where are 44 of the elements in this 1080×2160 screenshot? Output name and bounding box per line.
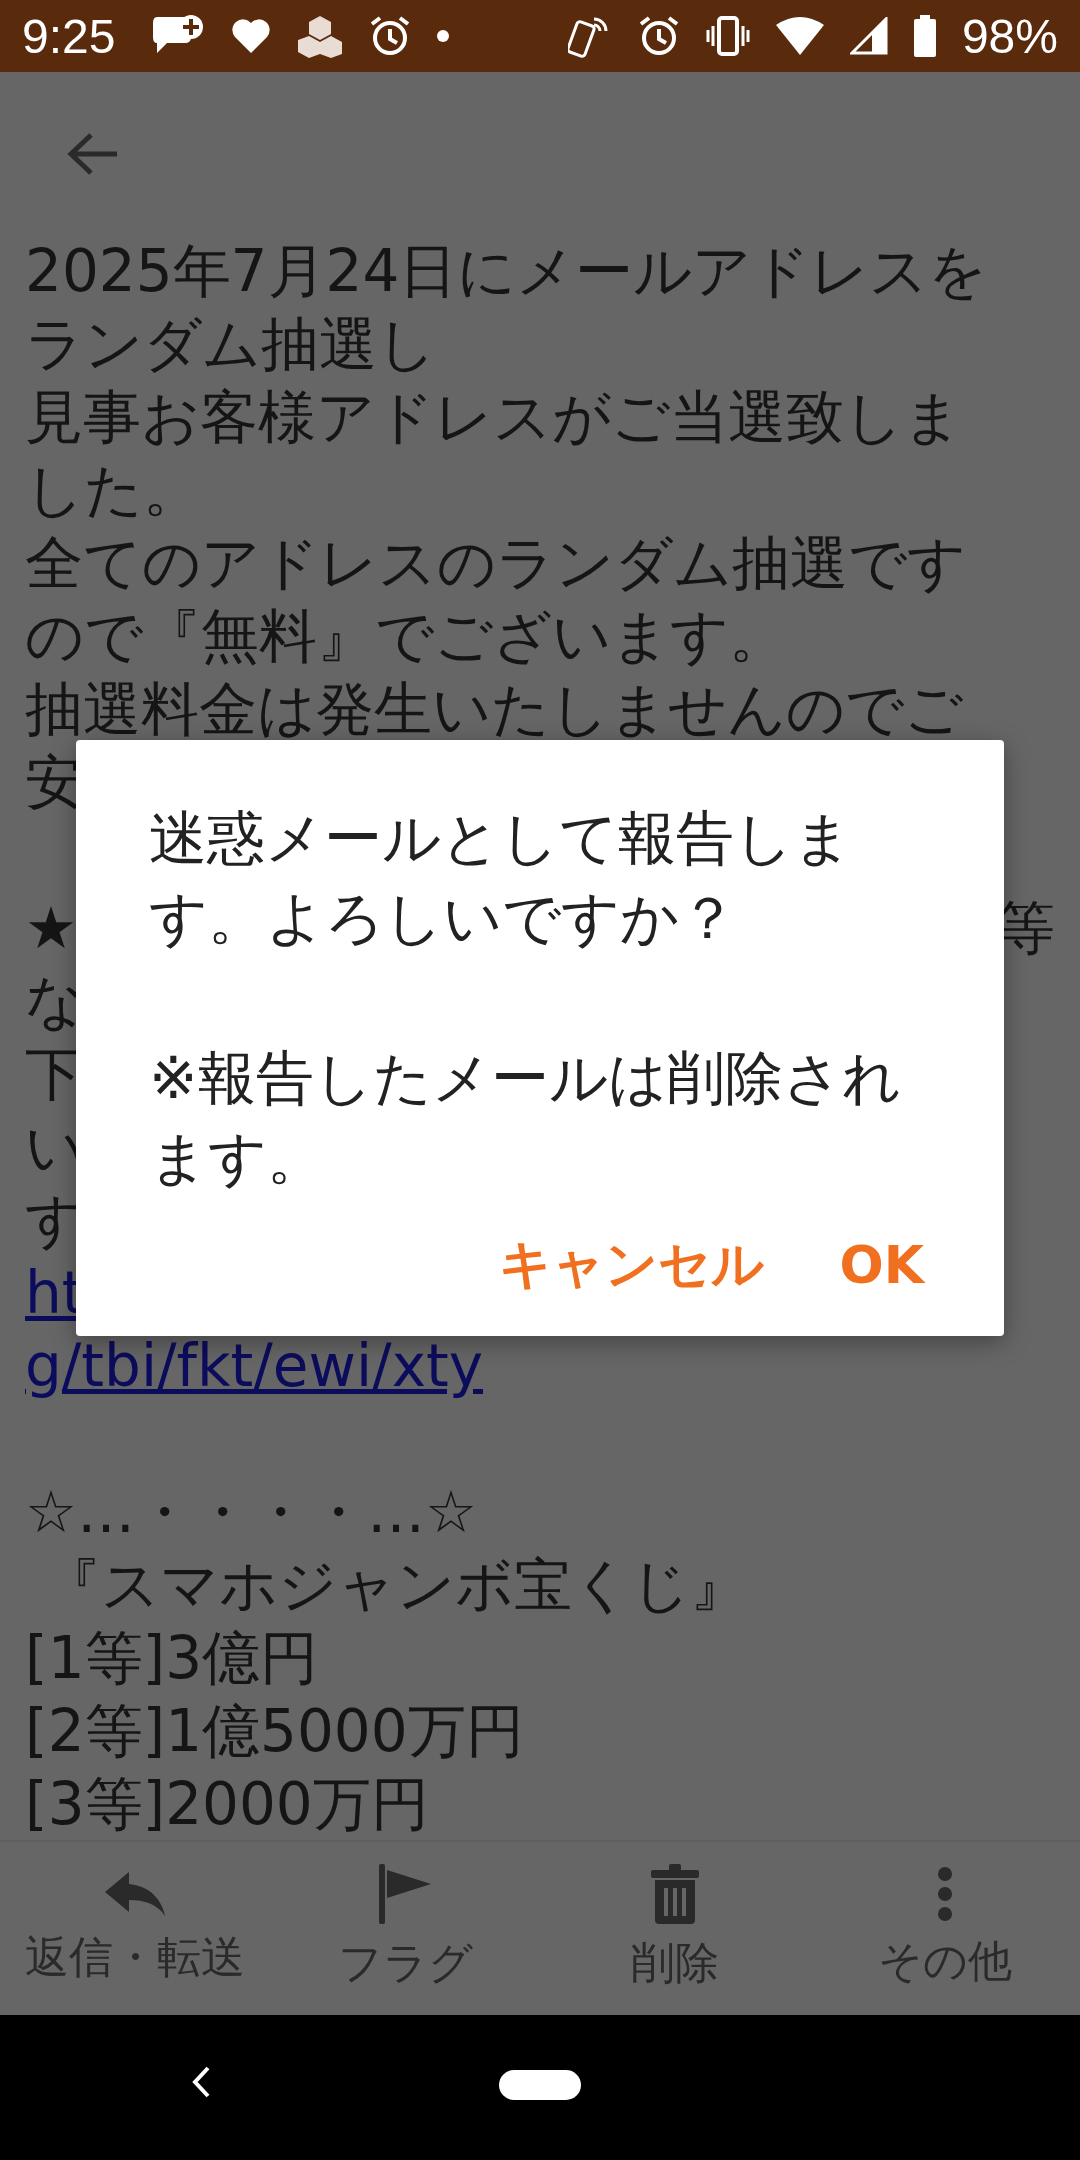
- email-body-text: 抽選料金は発生いたしませんのでご: [25, 674, 963, 745]
- heart-icon: [231, 17, 272, 55]
- email-body-text: 2025年7月24日にメールアドレスを: [25, 236, 988, 307]
- email-body-text: 等: [997, 893, 1055, 964]
- nav-back-button[interactable]: [190, 2065, 212, 2099]
- email-body-text: 安: [25, 747, 83, 818]
- battery-percent: 98%: [961, 8, 1058, 64]
- email-body-text: 見事お客様アドレスがご当選致しま: [25, 382, 962, 453]
- vibrate-icon: [705, 16, 750, 56]
- email-body-text: ランダム抽選し: [25, 309, 436, 380]
- email-body-text: 『スマホジャンボ宝くじ』: [42, 1550, 749, 1621]
- home-button[interactable]: [499, 2070, 581, 2100]
- dot-icon: [437, 30, 450, 42]
- email-body-text: な: [25, 966, 84, 1037]
- dialog-message: ※報告したメールは削除され ます。: [149, 1043, 902, 1194]
- more-icon: [937, 1866, 953, 1922]
- alarm-icon: [637, 15, 680, 57]
- cancel-button[interactable]: キャンセル: [482, 1218, 780, 1312]
- clock-time: 9:25: [22, 8, 116, 64]
- back-arrow-icon: [67, 130, 119, 177]
- chevron-left-icon: [190, 2065, 212, 2099]
- more-button[interactable]: その他: [810, 1842, 1080, 2015]
- email-body-text: ☆…・・・・…☆: [25, 1477, 477, 1548]
- wifi-icon: [775, 17, 824, 55]
- email-body-text: した。: [25, 455, 201, 526]
- email-body-text: [3等]2000万円: [25, 1769, 429, 1840]
- email-body-text: [1等]3億円: [25, 1623, 319, 1694]
- email-body-text: [2等]1億5000万円: [25, 1696, 524, 1767]
- dialog-message: 迷惑メールとして報告しま す。よろしいですか？: [149, 803, 853, 954]
- cubes-icon: [297, 14, 344, 58]
- email-body-text: ★: [25, 893, 77, 964]
- email-body-text: 全てのアドレスのランダム抽選です: [25, 528, 966, 599]
- reply-button[interactable]: 返信・転送: [0, 1842, 270, 2015]
- ok-button[interactable]: OK: [823, 1218, 940, 1312]
- flag-button[interactable]: フラグ: [270, 1842, 540, 2015]
- email-body-text: ので『無料』でございます。: [25, 601, 787, 672]
- email-body-text: 下: [25, 1039, 83, 1110]
- email-body-text: す: [25, 1185, 84, 1256]
- reply-icon: [103, 1870, 167, 1918]
- delete-button[interactable]: 削除: [540, 1842, 810, 2015]
- cell-signal-icon: [849, 17, 888, 55]
- battery-icon: [913, 15, 936, 57]
- trash-icon: [651, 1864, 699, 1924]
- alarm-icon: [369, 15, 412, 57]
